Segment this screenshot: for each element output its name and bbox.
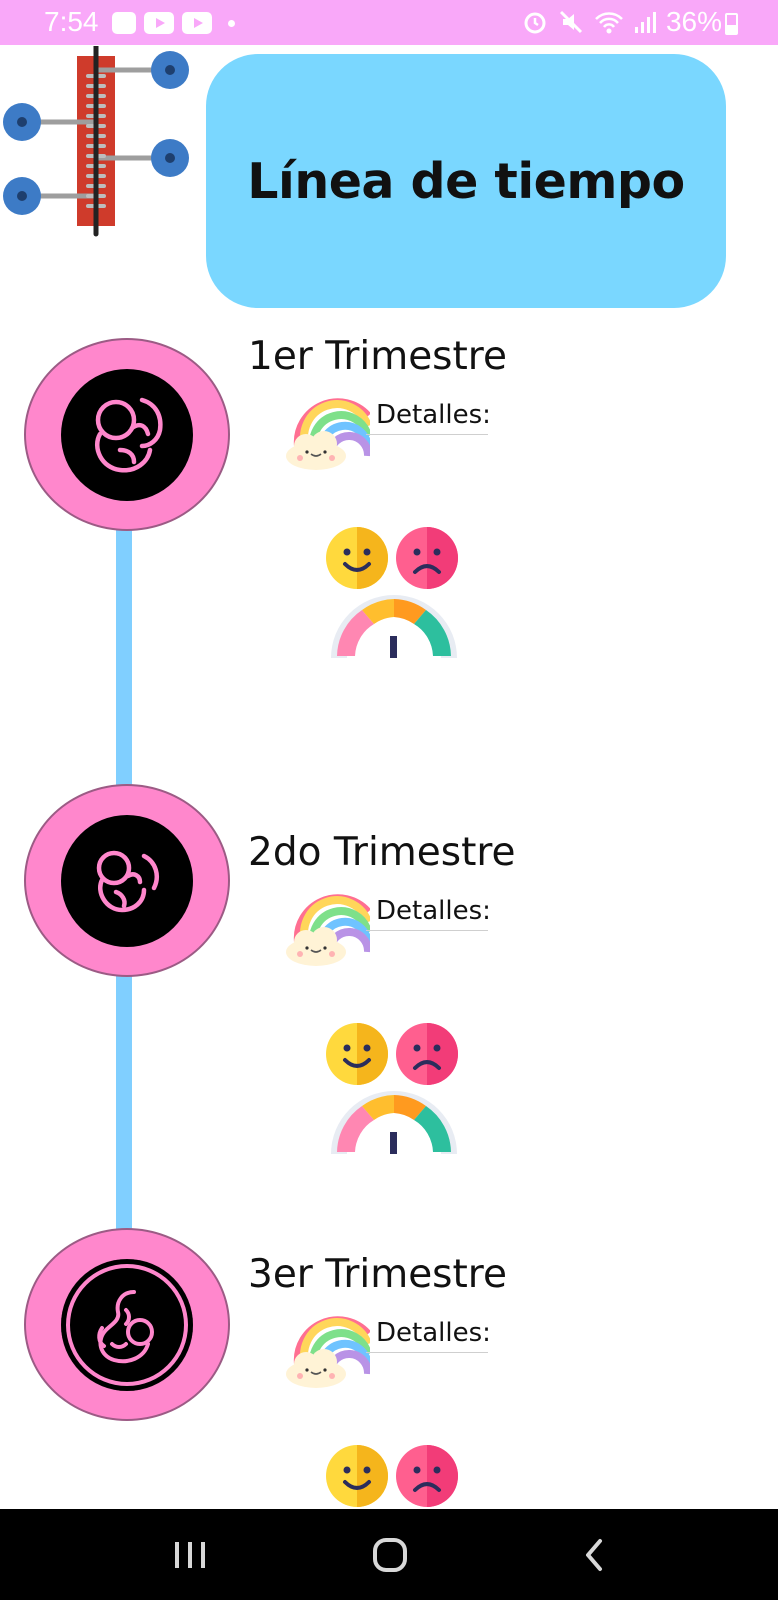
sad-face-icon[interactable] bbox=[395, 1022, 459, 1086]
stage-title-1: 1er Trimestre bbox=[248, 334, 507, 379]
timeline-connector bbox=[116, 972, 132, 1230]
details-underline bbox=[366, 434, 488, 435]
details-label: Detalles: bbox=[376, 896, 491, 926]
stage-details-1[interactable]: Detalles: bbox=[284, 388, 514, 474]
back-button[interactable] bbox=[570, 1533, 618, 1577]
stage-title-3: 3er Trimestre bbox=[248, 1252, 507, 1297]
youtube-icon bbox=[144, 12, 174, 34]
timeline-connector bbox=[116, 528, 132, 786]
wifi-icon bbox=[595, 12, 623, 34]
sad-face-icon[interactable] bbox=[395, 526, 459, 590]
back-icon bbox=[586, 1539, 602, 1571]
mood-selector-1[interactable] bbox=[325, 526, 465, 666]
timeline-logo-icon bbox=[3, 46, 189, 237]
page-title: Línea de tiempo bbox=[247, 152, 685, 210]
battery-icon bbox=[725, 13, 738, 35]
details-label: Detalles: bbox=[376, 400, 491, 430]
stage-details-2[interactable]: Detalles: bbox=[284, 884, 514, 970]
sad-face-icon[interactable] bbox=[395, 1444, 459, 1508]
gallery-icon bbox=[112, 12, 136, 34]
stage-node-2[interactable] bbox=[24, 784, 230, 977]
stage-title-2: 2do Trimestre bbox=[248, 830, 516, 875]
mood-selector-2[interactable] bbox=[325, 1022, 465, 1162]
rainbow-cloud-icon bbox=[286, 398, 370, 470]
alarm-icon bbox=[524, 12, 546, 34]
happy-face-icon[interactable] bbox=[325, 526, 389, 590]
system-icons: 36% bbox=[522, 6, 722, 38]
recents-button[interactable] bbox=[166, 1533, 214, 1577]
happy-face-icon[interactable] bbox=[325, 1444, 389, 1508]
more-notifications-icon bbox=[228, 19, 235, 27]
fetus-icon bbox=[61, 814, 193, 947]
stage-details-3[interactable]: Detalles: bbox=[284, 1306, 514, 1392]
system-nav-bar bbox=[0, 1509, 778, 1600]
details-label: Detalles: bbox=[376, 1318, 491, 1348]
rainbow-cloud-icon bbox=[286, 894, 370, 966]
status-bar: 7:54 36% bbox=[0, 0, 778, 45]
home-icon bbox=[373, 1538, 407, 1572]
status-time: 7:54 bbox=[44, 6, 99, 37]
notification-icons bbox=[112, 10, 235, 36]
home-button[interactable] bbox=[366, 1533, 414, 1577]
signal-icon bbox=[634, 12, 656, 33]
stage-node-3[interactable] bbox=[24, 1228, 230, 1421]
rainbow-cloud-icon bbox=[286, 1316, 370, 1388]
youtube-icon bbox=[182, 12, 212, 34]
happy-face-icon[interactable] bbox=[325, 1022, 389, 1086]
details-underline bbox=[366, 930, 488, 931]
stage-node-1[interactable] bbox=[24, 338, 230, 531]
mood-selector-3[interactable] bbox=[325, 1444, 465, 1508]
fetus-icon bbox=[61, 368, 193, 501]
mood-gauge-icon bbox=[331, 595, 457, 658]
recents-icon bbox=[175, 1542, 205, 1568]
mute-icon bbox=[559, 10, 583, 34]
mood-gauge-icon bbox=[331, 1091, 457, 1154]
title-card: Línea de tiempo bbox=[206, 54, 726, 308]
fetus-icon bbox=[61, 1258, 193, 1391]
details-underline bbox=[366, 1352, 488, 1353]
battery-percent: 36% bbox=[665, 6, 722, 37]
